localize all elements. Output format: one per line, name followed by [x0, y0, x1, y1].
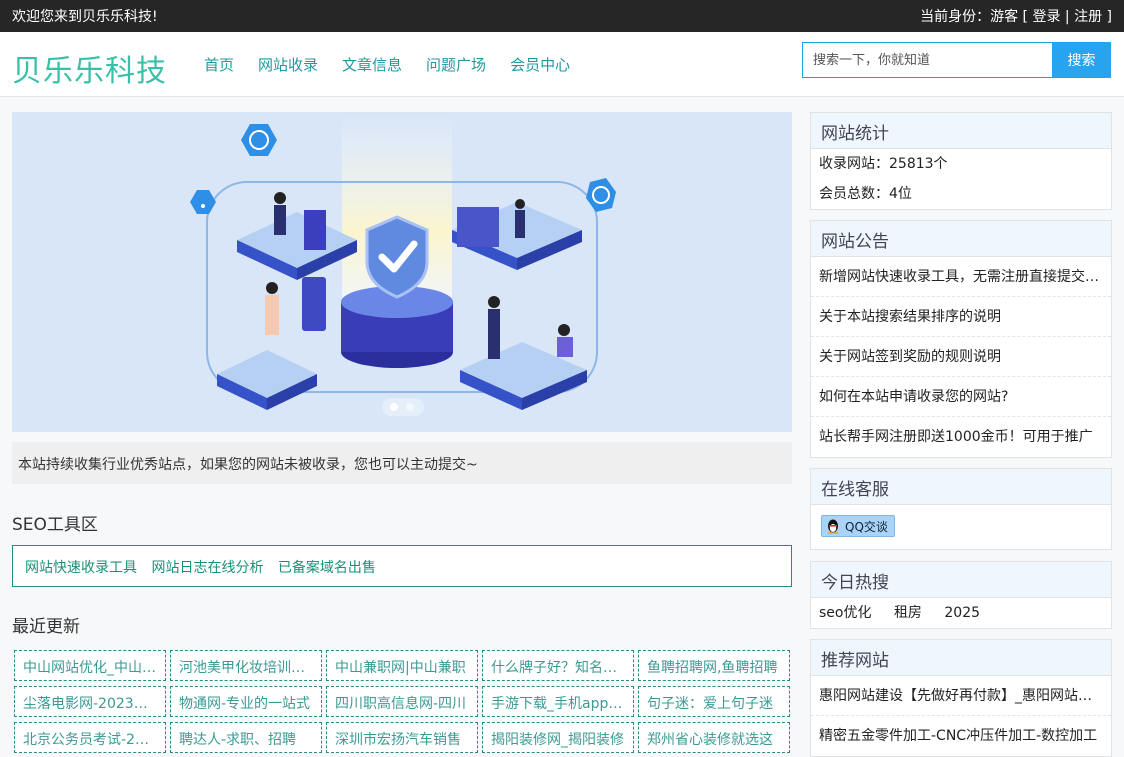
search-input[interactable] — [802, 42, 1052, 78]
seo-link-log-analysis[interactable]: 网站日志在线分析 — [151, 560, 263, 576]
recent-item[interactable]: 尘落电影网-2023最新电影 — [14, 686, 166, 717]
notice-bar: 本站持续收集行业优秀站点，如果您的网站未被收录，您也可以主动提交~ — [12, 442, 792, 484]
recent-item[interactable]: 中山网站优化_中山网站优化 — [14, 650, 166, 681]
qq-chat-label: QQ交谈 — [845, 519, 888, 534]
announcement-item[interactable]: 如何在本站申请收录您的网站? — [811, 377, 1111, 417]
wifi-icon — [190, 190, 216, 214]
stats-title: 网站统计 — [811, 113, 1111, 149]
shield-check-icon — [365, 215, 429, 299]
nav-member-center[interactable]: 会员中心 — [510, 54, 570, 75]
stats-panel: 网站统计 收录网站：25813个 会员总数：4位 — [810, 112, 1112, 210]
separator: | — [1064, 9, 1070, 25]
hot-search-item[interactable]: seo优化 — [819, 605, 871, 621]
login-link[interactable]: 登录 — [1032, 9, 1060, 25]
nav-articles[interactable]: 文章信息 — [342, 54, 402, 75]
service-panel: 在线客服 QQ交谈 — [810, 468, 1112, 550]
recent-item[interactable]: 揭阳装修网_揭阳装修 — [482, 722, 634, 753]
announcement-item[interactable]: 关于网站签到奖励的规则说明 — [811, 337, 1111, 377]
recent-item[interactable]: 聘达人-求职、招聘 — [170, 722, 322, 753]
service-title: 在线客服 — [811, 469, 1111, 505]
search-button[interactable]: 搜索 — [1052, 42, 1111, 78]
recent-item[interactable]: 手游下载_手机app下载 — [482, 686, 634, 717]
recent-item[interactable]: 鱼聘招聘网,鱼聘招聘 — [638, 650, 790, 681]
nav-questions[interactable]: 问题广场 — [426, 54, 486, 75]
bracket-close: ] — [1106, 9, 1112, 25]
carousel-dot-2[interactable] — [406, 403, 414, 411]
nav-home[interactable]: 首页 — [204, 54, 234, 75]
recommend-panel: 推荐网站 惠阳网站建设【先做好再付款】_惠阳网站建设 精密五金零件加工-CNC冲… — [810, 639, 1112, 757]
hot-search-list: seo优化 租房 2025 — [811, 598, 1111, 628]
site-logo[interactable]: 贝乐乐科技 — [12, 46, 167, 90]
recent-item[interactable]: 北京公务员考试-2023 — [14, 722, 166, 753]
register-link[interactable]: 注册 — [1074, 9, 1102, 25]
stat-sites: 收录网站：25813个 — [819, 156, 948, 172]
qq-chat-button[interactable]: QQ交谈 — [821, 515, 895, 537]
top-bar: 欢迎您来到贝乐乐科技! 当前身份：游客 [ 登录 | 注册 ] — [0, 0, 1124, 32]
recent-item[interactable]: 物通网-专业的一站式 — [170, 686, 322, 717]
recent-item[interactable]: 郑州省心装修就选这 — [638, 722, 790, 753]
hot-search-panel: 今日热搜 seo优化 租房 2025 — [810, 561, 1112, 629]
recent-item[interactable]: 四川职高信息网-四川 — [326, 686, 478, 717]
nav-site-directory[interactable]: 网站收录 — [258, 54, 318, 75]
globe-icon-right — [586, 178, 616, 212]
phone-panel — [302, 277, 326, 331]
announcement-title: 网站公告 — [811, 221, 1111, 257]
search-form: 搜索 — [802, 42, 1111, 78]
hot-search-item[interactable]: 2025 — [944, 605, 980, 621]
seo-tools-box: 网站快速收录工具 网站日志在线分析 已备案域名出售 — [12, 545, 792, 587]
announcement-item[interactable]: 关于本站搜索结果排序的说明 — [811, 297, 1111, 337]
announcement-item[interactable]: 新增网站快速收录工具，无需注册直接提交网站 — [811, 257, 1111, 297]
seo-link-fast-index[interactable]: 网站快速收录工具 — [25, 560, 137, 576]
qq-penguin-icon — [827, 519, 839, 534]
recommend-title: 推荐网站 — [811, 640, 1111, 676]
announcement-item[interactable]: 站长帮手网注册即送1000金币！可用于推广 — [811, 417, 1111, 457]
platform-left-bottom — [217, 350, 317, 410]
platform-left-top — [237, 212, 357, 280]
recommend-item[interactable]: 惠阳网站建设【先做好再付款】_惠阳网站建设 — [811, 676, 1111, 716]
globe-icon-left — [241, 124, 277, 156]
hot-search-title: 今日热搜 — [811, 562, 1111, 598]
recent-item[interactable]: 深圳市宏扬汽车销售 — [326, 722, 478, 753]
stat-members: 会员总数：4位 — [819, 186, 912, 202]
screen-panel — [304, 210, 326, 250]
recent-item[interactable]: 河池美甲化妆培训学校 — [170, 650, 322, 681]
carousel-dots — [382, 398, 424, 416]
chart-panel — [457, 207, 499, 247]
recent-section-title: 最近更新 — [12, 617, 80, 637]
recent-item[interactable]: 什么牌子好？知名品牌 — [482, 650, 634, 681]
recent-item[interactable]: 句子迷：爱上句子迷 — [638, 686, 790, 717]
hero-banner[interactable] — [12, 112, 792, 432]
hero-illustration — [190, 112, 616, 410]
welcome-text: 欢迎您来到贝乐乐科技! — [12, 9, 158, 25]
announcement-panel: 网站公告 新增网站快速收录工具，无需注册直接提交网站 关于本站搜索结果排序的说明… — [810, 220, 1112, 458]
identity-label: 当前身份：游客 [ — [920, 9, 1028, 25]
header: 贝乐乐科技 首页 网站收录 文章信息 问题广场 会员中心 搜索 — [0, 32, 1124, 97]
seo-link-domain-sale[interactable]: 已备案域名出售 — [278, 560, 376, 576]
hot-search-item[interactable]: 租房 — [894, 605, 922, 621]
recommend-item[interactable]: 精密五金零件加工-CNC冲压件加工-数控加工 — [811, 716, 1111, 756]
identity-area: 当前身份：游客 [ 登录 | 注册 ] — [920, 6, 1112, 26]
recent-item[interactable]: 中山兼职网|中山兼职 — [326, 650, 478, 681]
seo-section-title: SEO工具区 — [12, 515, 98, 535]
carousel-dot-1[interactable] — [390, 403, 398, 411]
main-nav: 首页 网站收录 文章信息 问题广场 会员中心 — [204, 54, 594, 75]
